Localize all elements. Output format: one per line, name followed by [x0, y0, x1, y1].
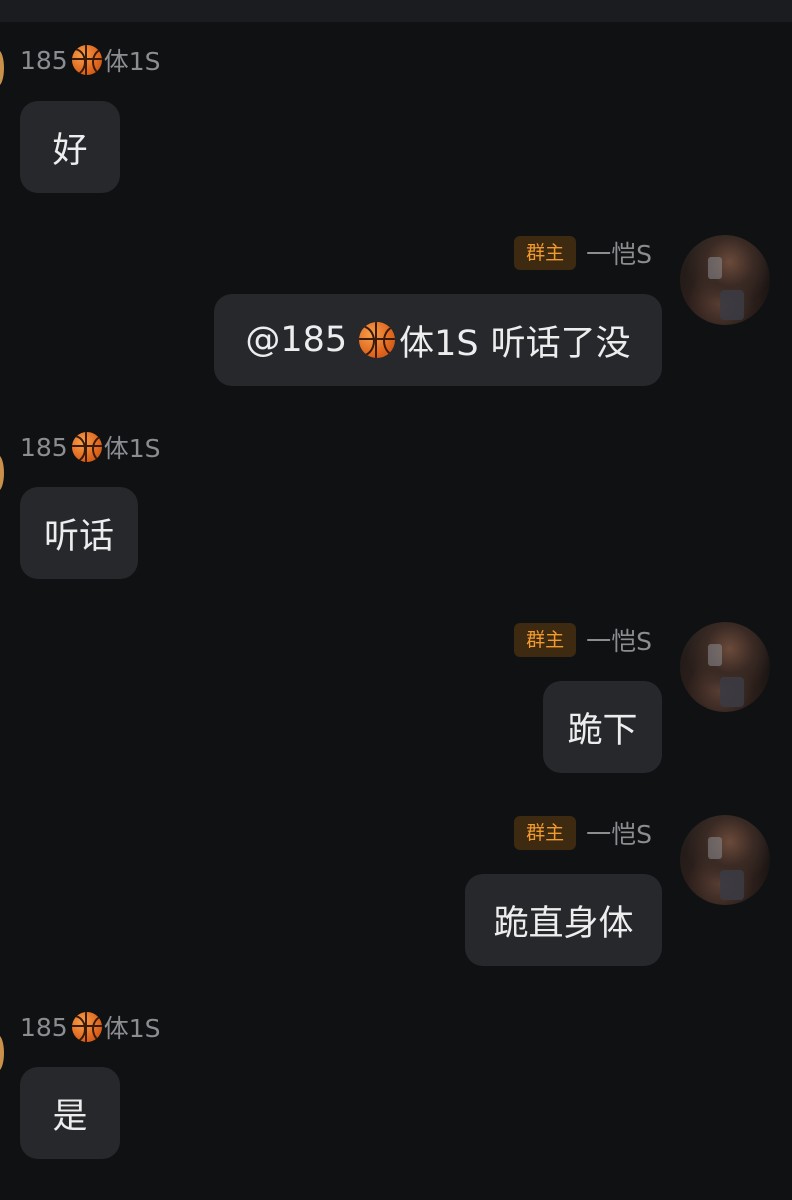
message-bubble[interactable]: 跪下 [543, 681, 662, 773]
sender-name[interactable]: 185 体1S [20, 1007, 161, 1047]
sender-name[interactable]: 185 体1S [20, 40, 161, 80]
group-owner-badge: 群主 [514, 236, 577, 270]
message-bubble[interactable]: @185 体1S 听话了没 [214, 294, 662, 386]
message-bubble[interactable]: 听话 [20, 487, 138, 579]
avatar[interactable] [680, 235, 770, 325]
sender-header: 群主 一恺S [514, 621, 652, 659]
basketball-icon [71, 45, 102, 75]
sender-name-prefix: 185 [20, 432, 68, 462]
avatar[interactable] [0, 50, 4, 86]
sender-name-suffix: 体1S [103, 434, 161, 463]
message-bubble[interactable]: 是 [20, 1067, 120, 1159]
message-incoming: 185 体1S 听话 [0, 427, 792, 587]
avatar[interactable] [0, 1035, 4, 1071]
avatar[interactable] [0, 455, 4, 491]
group-owner-badge: 群主 [514, 623, 577, 657]
sender-name[interactable]: 185 体1S [20, 427, 161, 467]
sender-name-suffix: 体1S [103, 1014, 161, 1043]
message-text: 听话了没 [490, 323, 631, 364]
sender-name[interactable]: 一恺S [586, 815, 652, 851]
sender-header: 群主 一恺S [514, 234, 652, 272]
avatar[interactable] [680, 622, 770, 712]
sender-header: 群主 一恺S [514, 814, 652, 852]
avatar[interactable] [680, 815, 770, 905]
group-owner-badge: 群主 [514, 816, 577, 850]
basketball-icon [71, 1012, 102, 1042]
message-outgoing: 群主 一恺S 跪下 [0, 620, 792, 780]
mention-prefix: @185 [245, 320, 348, 360]
message-outgoing: 群主 一恺S @185 体1S 听话了没 [0, 233, 792, 393]
basketball-icon [359, 322, 396, 358]
sender-name[interactable]: 一恺S [586, 235, 652, 271]
mention-suffix: 体1S [399, 323, 479, 364]
basketball-icon [71, 432, 102, 462]
message-incoming: 185 体1S 是 [0, 1007, 792, 1167]
sender-name[interactable]: 一恺S [586, 622, 652, 658]
top-bar [0, 0, 792, 22]
sender-name-prefix: 185 [20, 1012, 68, 1042]
message-bubble[interactable]: 跪直身体 [465, 874, 662, 966]
sender-name-suffix: 体1S [103, 47, 161, 76]
sender-name-prefix: 185 [20, 45, 68, 75]
message-outgoing: 群主 一恺S 跪直身体 [0, 813, 792, 973]
message-incoming: 185 体1S 好 [0, 40, 792, 200]
message-bubble[interactable]: 好 [20, 101, 120, 193]
